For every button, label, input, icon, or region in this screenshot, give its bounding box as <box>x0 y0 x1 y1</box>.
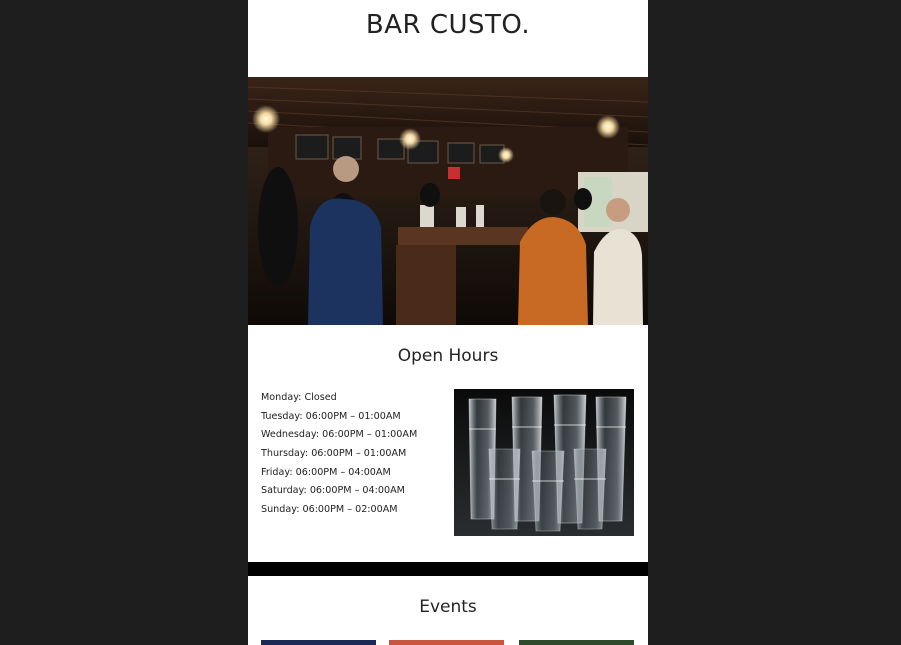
hours-friday: Friday: 06:00PM – 04:00AM <box>261 466 391 478</box>
event-thumbnail-3[interactable] <box>519 640 634 645</box>
glasses-image <box>454 389 634 536</box>
hours-wednesday: Wednesday: 06:00PM – 01:00AM <box>261 429 418 441</box>
section-divider-band <box>248 562 648 576</box>
open-hours-heading: Open Hours <box>397 346 499 366</box>
site-logo[interactable]: BAR CUSTO. <box>248 10 648 40</box>
hours-thursday: Thursday: 06:00PM – 01:00AM <box>261 448 407 460</box>
hours-saturday: Saturday: 06:00PM – 04:00AM <box>261 485 405 497</box>
event-thumbnail-2[interactable] <box>389 640 504 645</box>
event-thumbnail-1[interactable] <box>261 640 376 645</box>
open-hours-list: Monday: Closed Tuesday: 06:00PM – 01:00A… <box>261 390 451 521</box>
hours-sunday: Sunday: 06:00PM – 02:00AM <box>261 504 398 516</box>
hours-tuesday: Tuesday: 06:00PM – 01:00AM <box>261 410 401 422</box>
page-column: BAR CUSTO. Open Hours Monday: Closed Tue… <box>248 0 648 645</box>
hours-monday: Monday: Closed <box>261 392 337 403</box>
hero-image <box>248 77 648 325</box>
events-heading: Events <box>419 597 477 617</box>
